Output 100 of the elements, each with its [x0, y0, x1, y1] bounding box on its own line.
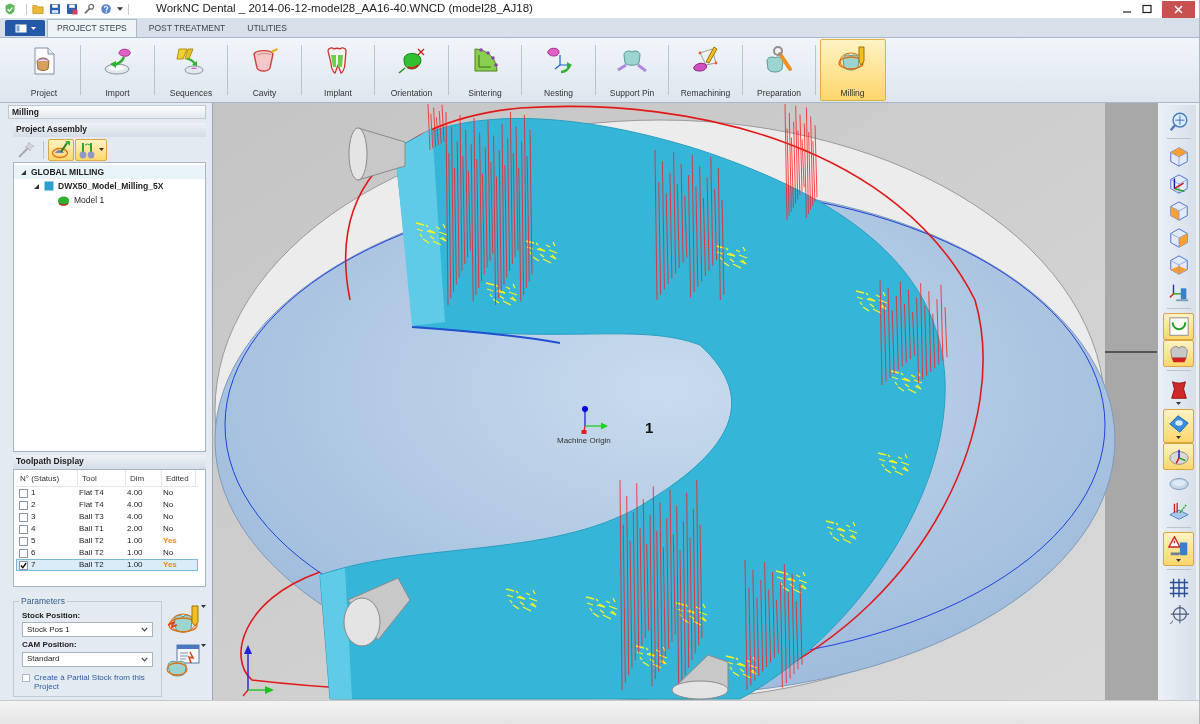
model-icon: [57, 194, 70, 206]
table-cell-text: Ball T1: [79, 524, 105, 534]
table-cell: 6: [31, 548, 36, 558]
square-icon: [44, 181, 54, 191]
expander-icon[interactable]: [33, 182, 40, 190]
ribbon-tab[interactable]: POST TREATMENT: [138, 19, 236, 37]
table-cell: 1: [31, 488, 36, 498]
toolbar-button[interactable]: [1163, 443, 1194, 470]
table-cell-text: Ball T2: [79, 548, 105, 558]
ribbon-button[interactable]: Preparation: [746, 39, 812, 101]
table-cell-text: Flat T4: [79, 500, 105, 510]
table-cell: 4: [31, 524, 36, 534]
origin-label: Machine Origin: [557, 436, 611, 445]
table-cell-text: No: [163, 500, 175, 510]
save-icon[interactable]: [49, 3, 61, 15]
table-row[interactable]: 4 Ball T1 2.00 No: [16, 523, 198, 535]
ribbon-button[interactable]: Cavity: [231, 39, 298, 101]
ribbon-button[interactable]: Nesting: [525, 39, 592, 101]
tree-item[interactable]: Model 1: [14, 193, 205, 207]
table-cell-text: Ball T2: [79, 560, 105, 570]
caret-icon: [1176, 402, 1181, 405]
table-row[interactable]: 1 Flat T4 4.00 No: [16, 487, 198, 499]
save-all-icon[interactable]: [66, 3, 78, 15]
caret-icon: [30, 26, 36, 30]
toolbar-button[interactable]: [1163, 409, 1194, 443]
table-row[interactable]: 7 Ball T2 1.00 Yes: [16, 559, 198, 571]
support-pin: [343, 577, 411, 647]
table-cell-text: 1.00: [127, 536, 144, 546]
table-cell-text: No: [163, 488, 175, 498]
checkbox[interactable]: [19, 500, 28, 510]
ribbon-button[interactable]: Milling: [819, 39, 886, 101]
surface-toolpath: [715, 245, 748, 269]
table-row[interactable]: 6 Ball T2 1.00 No: [16, 547, 198, 559]
checkbox[interactable]: [19, 488, 28, 498]
ribbon-tab[interactable]: PROJECT STEPS: [47, 19, 137, 37]
tree-item[interactable]: DWX50_Model_Milling_5X: [14, 179, 205, 193]
expander-icon[interactable]: [20, 168, 27, 176]
table-cell-text: 1.00: [127, 548, 144, 558]
checkbox[interactable]: [19, 536, 28, 546]
axis-triad-icon: [581, 406, 608, 434]
checkbox[interactable]: [22, 673, 30, 682]
cube-icon: [1167, 253, 1190, 276]
toolbar-button[interactable]: [48, 138, 74, 161]
checkbox-label[interactable]: Create à Partial Stock from this Project: [34, 672, 153, 692]
action-button[interactable]: [166, 644, 206, 678]
table-cell-text: Flat T4: [79, 488, 105, 498]
tool-path-icon: [51, 139, 71, 160]
table-cell: 7: [31, 560, 36, 570]
stock-shape-icon: [1167, 413, 1190, 435]
ribbon-button[interactable]: Sequences: [158, 39, 224, 101]
ribbon-button[interactable]: Orientation: [378, 39, 445, 101]
table-row[interactable]: 5 Ball T2 1.00 Yes: [16, 535, 198, 547]
tree-item[interactable]: GLOBAL MILLING: [14, 165, 205, 179]
surface-toolpath: [635, 645, 668, 669]
ribbon-button[interactable]: Project: [11, 39, 77, 101]
surface-toolpath: [525, 240, 558, 264]
dropdown-field[interactable]: Standard: [22, 651, 153, 667]
maximize-icon[interactable]: [1142, 4, 1152, 14]
checkbox[interactable]: [19, 524, 28, 534]
toolbar-button[interactable]: [1163, 313, 1194, 340]
ribbon-tab[interactable]: UTILITIES: [237, 19, 297, 37]
caret-icon: [201, 605, 206, 608]
window-title: WorkNC Dental _ 2014-06-12-model28_AA16-40.WNCD (model28_AJ18): [156, 2, 533, 16]
close-button[interactable]: [1162, 0, 1195, 18]
dropdown-caret-icon[interactable]: [117, 7, 123, 11]
help-icon[interactable]: [100, 3, 112, 15]
folder-icon[interactable]: [32, 3, 44, 15]
column-header[interactable]: Edited: [162, 470, 196, 487]
table-row[interactable]: 2 Flat T4 4.00 No: [16, 499, 198, 511]
toolbar-button[interactable]: [1163, 340, 1194, 367]
wrench-icon[interactable]: [83, 3, 95, 15]
app-menu-button[interactable]: [5, 20, 45, 36]
checkbox[interactable]: [19, 512, 28, 522]
table-cell-text: No: [163, 548, 175, 558]
crosshair-icon: [1167, 603, 1190, 626]
grid-icon: [1167, 576, 1190, 599]
toolbar-button[interactable]: [75, 138, 107, 161]
surface-toolpath: [775, 570, 808, 594]
ribbon-button[interactable]: Remachining: [672, 39, 739, 101]
check-shield-icon[interactable]: [4, 3, 16, 15]
ribbon-button[interactable]: Sintering: [452, 39, 518, 101]
column-header[interactable]: N° (Status): [16, 470, 78, 487]
ribbon-button[interactable]: Implant: [305, 39, 371, 101]
caret-icon: [1176, 559, 1181, 562]
table-row[interactable]: 3 Ball T3 4.00 No: [16, 511, 198, 523]
toolbar-button[interactable]: [1163, 532, 1194, 566]
checkbox[interactable]: [19, 548, 28, 558]
ribbon-button[interactable]: Import: [84, 39, 151, 101]
column-header[interactable]: Dim: [126, 470, 162, 487]
wand-icon: [16, 139, 36, 160]
column-header[interactable]: Tool: [78, 470, 126, 487]
curve-icon: [1167, 315, 1190, 338]
table-cell: 3: [31, 512, 36, 522]
ribbon-button[interactable]: Support Pin: [599, 39, 665, 101]
caret-icon: [99, 148, 104, 151]
checkbox[interactable]: [19, 560, 28, 570]
table-cell: 2: [31, 500, 36, 510]
dropdown-field[interactable]: Stock Pos 1: [22, 622, 153, 638]
surface-toolpath: [415, 222, 448, 246]
table-cell-text: Yes: [163, 560, 178, 570]
